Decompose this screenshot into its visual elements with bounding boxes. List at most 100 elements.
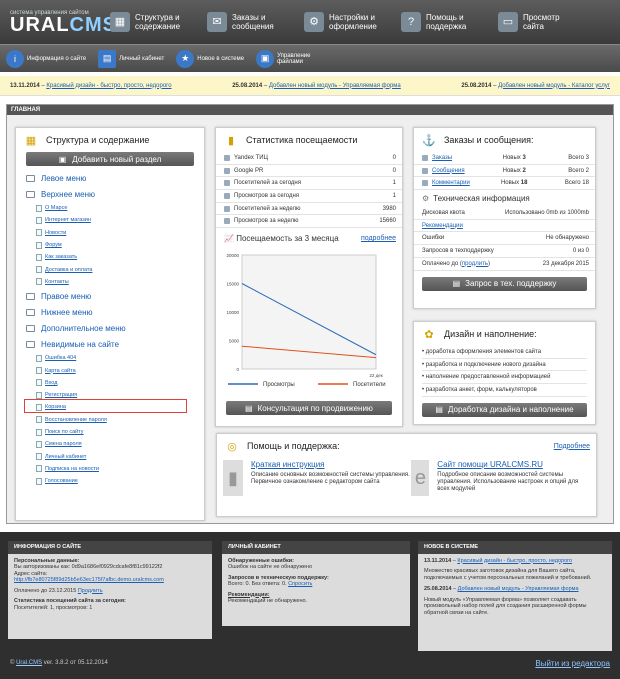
- section-label: Левое меню: [41, 173, 87, 183]
- tree-right-menu[interactable]: Правое меню: [26, 288, 194, 304]
- tree-page-item[interactable]: Вход: [36, 377, 194, 389]
- page-icon: [36, 367, 42, 375]
- page-icon: [36, 379, 42, 387]
- design-button[interactable]: ▤ Доработка дизайна и наполнение: [422, 402, 587, 417]
- nav-label: оформление: [329, 22, 377, 31]
- news-link[interactable]: Добавлен новый модуль - Управляемая форм…: [458, 586, 579, 592]
- tree-page-item[interactable]: Как заказать: [36, 251, 194, 263]
- cabinet-button[interactable]: ▤ Личный кабинет: [98, 49, 164, 68]
- new-label: Новых: [502, 167, 521, 174]
- tree-page-item[interactable]: Новости: [36, 227, 194, 239]
- manual-link[interactable]: Краткая инструкция: [251, 460, 411, 469]
- requests-text: Всего: 0. Без ответа: 0.: [228, 581, 287, 587]
- stat-row: Google PR 0: [216, 165, 402, 178]
- footer-version: © Ural.CMS ver. 3.8.2 от 05.12.2014: [10, 660, 108, 666]
- design-item-text: доработка оформления элементов сайта: [425, 348, 542, 355]
- tree-page-item[interactable]: Личный кабинет: [36, 450, 194, 462]
- file-manager-button[interactable]: ▣ Управление файлами: [256, 49, 323, 68]
- tree-page-item[interactable]: Карта сайта: [36, 364, 194, 376]
- tree-page-item[interactable]: Поиск по сайту: [36, 426, 194, 438]
- page-icon: [36, 278, 42, 286]
- tree-page-item[interactable]: Доставка и оплата: [36, 263, 194, 275]
- gear-icon: ⚙: [422, 194, 430, 204]
- page-label: Контакты: [45, 278, 69, 285]
- page-label: Личный кабинет: [45, 453, 87, 460]
- folder-icon: [26, 292, 35, 300]
- renew-link[interactable]: Продлить: [78, 588, 103, 594]
- folder-icon: ▣: [58, 154, 67, 164]
- news-date: 13.11.2014: [424, 557, 452, 564]
- tree-extra-menu[interactable]: Дополнительное меню: [26, 320, 194, 336]
- today-stats: Посетителей: 1, просмотров: 1: [14, 604, 93, 611]
- stat-value: 15660: [379, 218, 396, 225]
- recs-link[interactable]: Рекомендации: [422, 223, 463, 229]
- tree-page-item[interactable]: Подписка на новости: [36, 463, 194, 475]
- news-link[interactable]: Красивый дизайн - быстро, просто, недоро…: [46, 83, 171, 89]
- stat-row: Посетителей за сегодня 1: [216, 177, 402, 191]
- tree-page-item[interactable]: Голосование: [36, 475, 194, 487]
- whats-new-label: Новое в системе: [197, 55, 245, 62]
- new-count: 18: [520, 180, 528, 187]
- nav-label: Помощь и: [426, 13, 464, 22]
- site-info-button[interactable]: i Информация о сайте: [6, 49, 86, 68]
- help-site-link[interactable]: Сайт помощи URALCMS.RU: [437, 460, 590, 469]
- page-icon: [36, 241, 42, 249]
- chat-icon: ▤: [435, 405, 443, 415]
- ask-link[interactable]: Спросить: [288, 581, 312, 587]
- news-link[interactable]: Красивый дизайн - быстро, просто, недоро…: [457, 558, 572, 564]
- tree-page-item[interactable]: Ошибка 404: [36, 352, 194, 364]
- add-section-button[interactable]: ▣ Добавить новый раздел: [26, 152, 194, 166]
- nav-settings[interactable]: ⚙ Настройки и оформление: [304, 12, 401, 32]
- tree-page-item[interactable]: Смена пароля: [36, 438, 194, 450]
- tree-left-menu[interactable]: Левое меню: [26, 170, 194, 186]
- nav-view-site[interactable]: ▭ Просмотр сайта: [498, 12, 595, 32]
- stat-row: Yandex ТИЦ 0: [216, 152, 402, 165]
- stat-icon: [224, 154, 230, 161]
- disk-row: Дисковая квота Использовано 0mb из 1000mb: [414, 207, 595, 220]
- extend-link[interactable]: продлить: [462, 261, 488, 267]
- stat-icon: [224, 167, 230, 174]
- whats-new-button[interactable]: ★ Новое в системе: [176, 49, 245, 68]
- nav-orders[interactable]: ✉ Заказы и сообщения: [207, 12, 304, 32]
- chart-icon: 📈: [224, 234, 234, 244]
- help-more-link[interactable]: Подробнее: [554, 443, 590, 450]
- design-item-text: наполнение предоставленной информацией: [425, 374, 551, 381]
- main-area: ГЛАВНАЯ ▦ Структура и содержание ▣ Добавит…: [6, 104, 614, 524]
- tree-hidden[interactable]: Невидимые на сайте: [26, 336, 194, 352]
- nav-structure[interactable]: ▦ Структура и содержание: [110, 12, 207, 32]
- nav-help[interactable]: ? Помощь и поддержка: [401, 12, 498, 32]
- order-link[interactable]: Сообщения: [432, 168, 465, 174]
- news-link[interactable]: Добавлен новый модуль - Каталог услуг: [498, 83, 610, 89]
- tree-page-item[interactable]: Восстановление пароля: [36, 414, 194, 426]
- design-panel: ✿ Дизайн и наполнение: • доработка оформл…: [413, 321, 596, 425]
- tree-page-item[interactable]: Форум: [36, 239, 194, 251]
- brand-link[interactable]: Ural.CMS: [16, 660, 42, 666]
- orders-title: Заказы и сообщения:: [444, 135, 534, 145]
- section-label: Нижнее меню: [41, 307, 93, 317]
- tree-page-item[interactable]: Контакты: [36, 276, 194, 288]
- stat-value: 3980: [382, 205, 396, 212]
- tree-bottom-menu[interactable]: Нижнее меню: [26, 304, 194, 320]
- order-link[interactable]: Комментарии: [432, 180, 470, 186]
- exit-editor-link[interactable]: Выйти из редактора: [535, 659, 610, 668]
- news-link[interactable]: Добавлен новый модуль - Управляемая форм…: [269, 83, 401, 89]
- y-tick-label: 5000: [229, 339, 240, 344]
- site-address-link[interactable]: http://fb7e80725f89d25b5e63ec175f7afbc.d…: [14, 577, 206, 584]
- tree-page-item[interactable]: О Марсе: [36, 202, 194, 214]
- consult-button[interactable]: ▤ Консультация по продвижению: [226, 401, 392, 416]
- req-value: 0 из 0: [572, 247, 589, 254]
- stats-more-link[interactable]: подробнее: [361, 235, 396, 242]
- cabinet-title: ЛИЧНЫЙ КАБИНЕТ: [222, 541, 410, 554]
- page-label: Подписка на новости: [45, 465, 99, 472]
- nav-label: содержание: [135, 22, 181, 31]
- design-item: • доработка оформления элементов сайта: [422, 346, 587, 359]
- tree-top-menu[interactable]: Верхнее меню: [26, 186, 194, 202]
- support-request-button[interactable]: ▤ Запрос в тех. поддержку: [422, 276, 587, 291]
- add-section-label: Добавить новый раздел: [72, 154, 162, 164]
- page-label: Восстановление пароля: [45, 416, 107, 423]
- logo[interactable]: система управления сайтом URALCMS: [0, 10, 116, 35]
- news-text: Множество красивых заготовок дизайна для…: [424, 568, 592, 581]
- tree-page-item[interactable]: Интернет магазин: [36, 214, 194, 226]
- page-label: Новости: [45, 229, 67, 236]
- order-link[interactable]: Заказы: [432, 155, 452, 161]
